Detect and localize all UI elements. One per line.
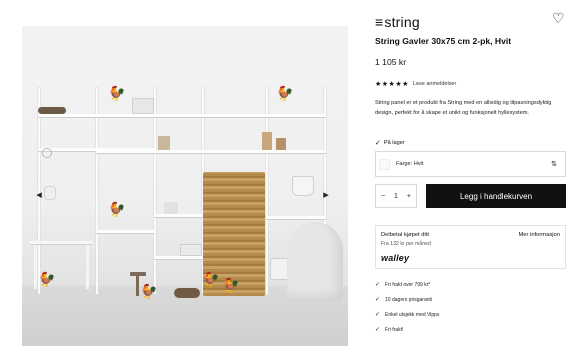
stock-status-label: På lager xyxy=(383,140,405,146)
chicken-figure: 🐓 xyxy=(108,85,126,101)
product-gallery: 🐓 🐓 🐓 🐓 🐓 🐓 🐓 ◂ ▸ xyxy=(0,0,362,351)
usp-label: Enkel utsjekk med Vipps xyxy=(385,311,440,318)
basket xyxy=(174,288,200,298)
chicken-figure: 🐓 xyxy=(222,277,240,293)
brand-logo[interactable]: ≡string xyxy=(375,14,420,30)
chicken-figure: 🐓 xyxy=(276,85,294,101)
gallery-next-arrow-icon[interactable]: ▸ xyxy=(320,187,332,201)
product-price: 1 105 kr xyxy=(375,57,407,67)
shelf xyxy=(154,214,204,218)
shelf xyxy=(96,150,326,154)
reviews-link[interactable]: Lese anmeldelser xyxy=(413,81,456,87)
usp-item: ✓ Fri frakt! xyxy=(375,326,565,334)
shelf xyxy=(266,216,326,220)
box xyxy=(276,138,286,150)
product-image: 🐓 🐓 🐓 🐓 🐓 🐓 🐓 xyxy=(22,26,348,346)
egg-tray xyxy=(180,244,202,256)
logo-text: string xyxy=(384,14,420,30)
bird-nest xyxy=(38,107,66,114)
color-select[interactable]: Farge: Hvit ⇅ xyxy=(375,151,566,177)
usp-label: 10 dagers prisgaranti xyxy=(385,296,433,303)
usp-label: Fri frakt over 799 kr* xyxy=(385,281,431,288)
check-icon: ✓ xyxy=(375,282,381,288)
table-leg xyxy=(86,245,89,289)
star-rating-icon: ★★★★★ xyxy=(375,81,409,88)
logo-bars-icon: ≡ xyxy=(375,14,384,30)
walley-logo: walley xyxy=(381,253,410,263)
stool-leg xyxy=(136,276,139,296)
side-table xyxy=(30,241,92,245)
chicken-figure: 🐓 xyxy=(108,201,126,217)
check-icon: ✓ xyxy=(375,327,381,333)
check-icon: ✓ xyxy=(375,140,381,147)
color-swatch xyxy=(379,158,390,170)
egg-chair xyxy=(287,222,343,302)
stock-status: ✓ På lager xyxy=(375,139,405,147)
chicken-figure: 🐓 xyxy=(202,271,220,287)
payment-subtext: Fra 132 kr per måned xyxy=(381,241,431,247)
add-to-cart-button[interactable]: Legg i handlekurven xyxy=(426,184,566,208)
gallery-prev-arrow-icon[interactable]: ◂ xyxy=(33,187,45,201)
shelf-rail xyxy=(266,88,268,294)
product-rating: ★★★★★ Lese anmeldelser xyxy=(375,80,456,88)
sort-arrows-icon: ⇅ xyxy=(551,161,557,168)
shelf-rail xyxy=(154,88,156,294)
product-description: String panel er et produkt fra String me… xyxy=(375,100,552,116)
usp-label: Fri frakt! xyxy=(385,326,404,333)
product-title: String Gavler 30x75 cm 2-pk, Hvit xyxy=(375,36,512,46)
chicken-figure: 🐓 xyxy=(38,271,56,287)
chicken-figure: 🐓 xyxy=(140,283,158,299)
payment-heading: Delbetal kjøpet ditt xyxy=(381,232,430,238)
product-info-panel: ≡string ♡ String Gavler 30x75 cm 2-pk, H… xyxy=(369,0,575,351)
shelf xyxy=(38,114,326,118)
shelf xyxy=(154,256,204,260)
payment-box: Delbetal kjøpet ditt Fra 132 kr per måne… xyxy=(375,225,566,269)
more-info-link[interactable]: Mer informasjon xyxy=(518,232,560,238)
qty-value[interactable]: 1 xyxy=(394,193,398,200)
egg-tray xyxy=(132,98,154,114)
box xyxy=(262,132,272,150)
usp-item: ✓ Fri frakt over 799 kr* xyxy=(375,281,565,289)
bucket xyxy=(292,176,314,196)
check-icon: ✓ xyxy=(375,312,381,318)
qty-decrease-button[interactable]: − xyxy=(381,193,385,200)
box xyxy=(158,136,170,150)
shelf-rail xyxy=(96,88,98,294)
jar xyxy=(164,202,178,214)
usp-item: ✓ 10 dagers prisgaranti xyxy=(375,296,565,304)
wreath xyxy=(42,148,52,158)
quantity-stepper: − 1 + xyxy=(375,184,417,208)
lantern xyxy=(44,186,56,200)
color-select-label: Farge: Hvit xyxy=(396,161,424,167)
shelf xyxy=(96,230,154,234)
table-leg xyxy=(34,245,37,289)
usp-item: ✓ Enkel utsjekk med Vipps xyxy=(375,311,565,319)
heart-icon[interactable]: ♡ xyxy=(552,10,565,27)
qty-increase-button[interactable]: + xyxy=(407,193,411,200)
check-icon: ✓ xyxy=(375,297,381,303)
